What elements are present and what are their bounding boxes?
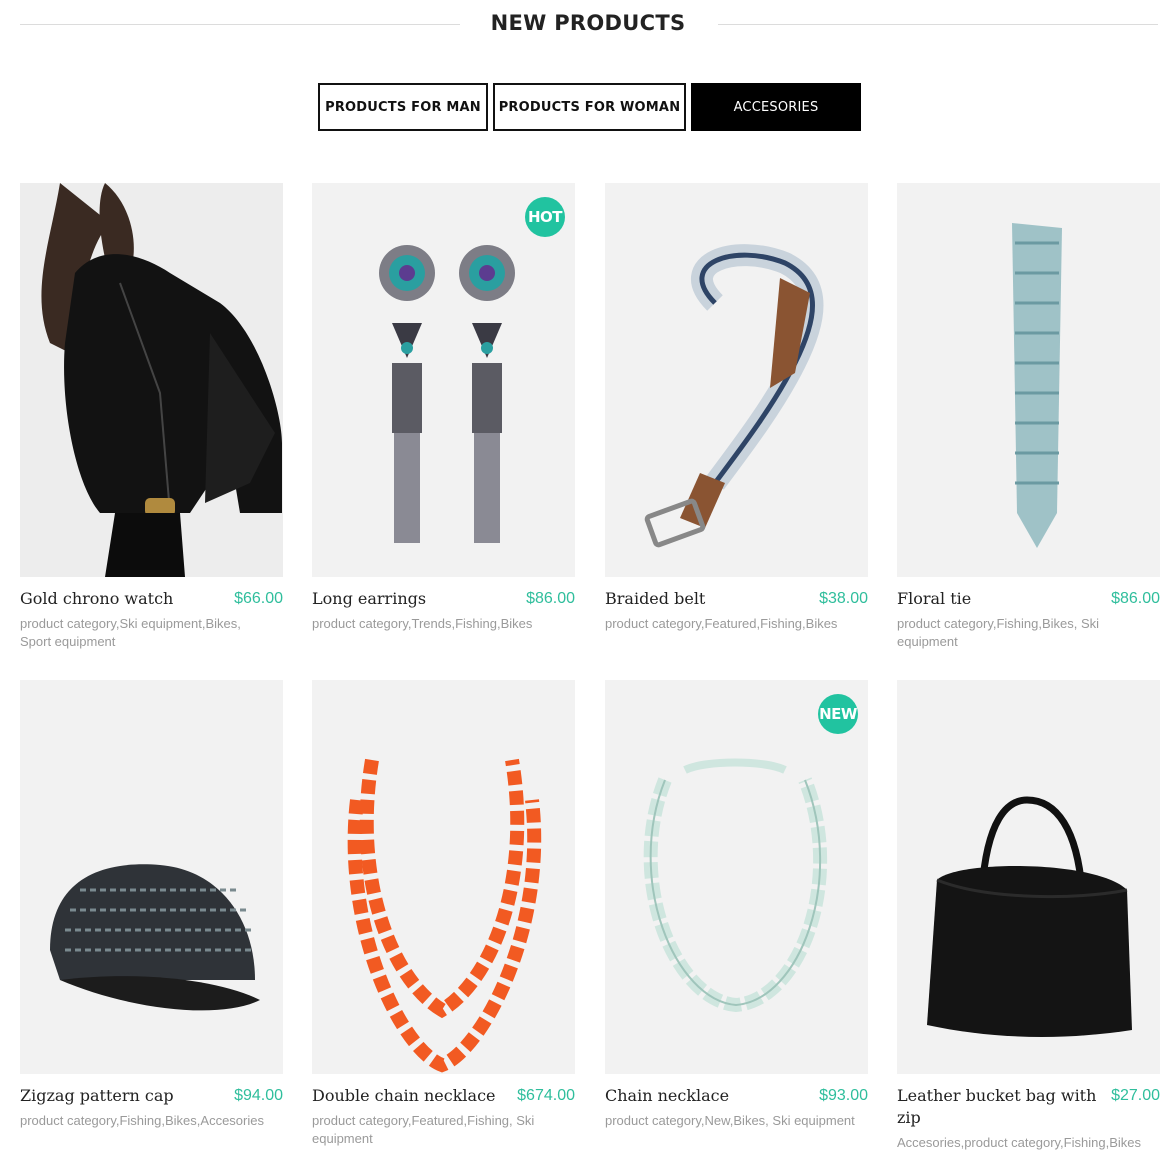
header-divider-right: [718, 24, 1158, 25]
product-image[interactable]: [897, 680, 1160, 1074]
product-categories[interactable]: product category,Fishing,Bikes, Ski equi…: [897, 615, 1147, 651]
section-header: NEW PRODUCTS: [0, 0, 1176, 50]
earrings-image: [312, 183, 575, 577]
product-name[interactable]: Braided belt: [605, 588, 805, 610]
tab-products-for-woman[interactable]: PRODUCTS FOR WOMAN: [493, 83, 686, 131]
cap-image: [20, 680, 283, 1074]
product-price: $94.00: [234, 1087, 283, 1104]
belt-image: [605, 183, 868, 577]
product-price: $66.00: [234, 590, 283, 607]
product-price: $86.00: [1111, 590, 1160, 607]
product-categories[interactable]: Accesories,product category,Fishing,Bike…: [897, 1134, 1147, 1152]
jacket-image: [20, 183, 283, 577]
hot-badge: HOT: [525, 197, 565, 237]
product-card: Braided belt $38.00 product category,Fea…: [605, 183, 868, 653]
product-card: Zigzag pattern cap $94.00 product catego…: [20, 680, 283, 1150]
product-categories[interactable]: product category,Featured,Fishing,Bikes: [605, 615, 855, 633]
product-name[interactable]: Zigzag pattern cap: [20, 1085, 220, 1107]
product-image[interactable]: [20, 680, 283, 1074]
product-image[interactable]: NEW: [605, 680, 868, 1074]
product-name[interactable]: Leather bucket bag with zip: [897, 1085, 1097, 1129]
product-categories[interactable]: product category,Ski equipment,Bikes, Sp…: [20, 615, 270, 651]
product-image[interactable]: [312, 680, 575, 1074]
bag-image: [897, 680, 1160, 1074]
product-card: Double chain necklace $674.00 product ca…: [312, 680, 575, 1150]
product-image[interactable]: HOT: [312, 183, 575, 577]
product-card: HOT Long earrings $86.00 product categor…: [312, 183, 575, 653]
product-categories[interactable]: product category,New,Bikes, Ski equipmen…: [605, 1112, 855, 1130]
product-price: $27.00: [1111, 1087, 1160, 1104]
product-name[interactable]: Double chain necklace: [312, 1085, 512, 1107]
product-name[interactable]: Chain necklace: [605, 1085, 805, 1107]
tab-accesories[interactable]: ACCESORIES: [691, 83, 861, 131]
tie-image: [897, 183, 1160, 577]
product-image[interactable]: [897, 183, 1160, 577]
product-image[interactable]: [20, 183, 283, 577]
chain-necklace-image: [605, 680, 868, 1074]
product-price: $93.00: [819, 1087, 868, 1104]
product-card: NEW Chain necklace $93.00 product catego…: [605, 680, 868, 1150]
product-name[interactable]: Floral tie: [897, 588, 1097, 610]
product-card: Leather bucket bag with zip $27.00 Acces…: [897, 680, 1160, 1150]
product-price: $38.00: [819, 590, 868, 607]
product-card: Gold chrono watch $66.00 product categor…: [20, 183, 283, 653]
product-categories[interactable]: product category,Fishing,Bikes,Accesorie…: [20, 1112, 270, 1130]
product-name[interactable]: Gold chrono watch: [20, 588, 220, 610]
product-categories[interactable]: product category,Featured,Fishing, Ski e…: [312, 1112, 562, 1148]
product-image[interactable]: [605, 183, 868, 577]
product-card: Floral tie $86.00 product category,Fishi…: [897, 183, 1160, 653]
section-title: NEW PRODUCTS: [490, 11, 686, 35]
product-categories[interactable]: product category,Trends,Fishing,Bikes: [312, 615, 562, 633]
product-name[interactable]: Long earrings: [312, 588, 512, 610]
product-price: $86.00: [526, 590, 575, 607]
orange-necklace-image: [312, 680, 575, 1074]
tab-products-for-man[interactable]: PRODUCTS FOR MAN: [318, 83, 488, 131]
new-badge: NEW: [818, 694, 858, 734]
product-price: $674.00: [517, 1087, 575, 1104]
